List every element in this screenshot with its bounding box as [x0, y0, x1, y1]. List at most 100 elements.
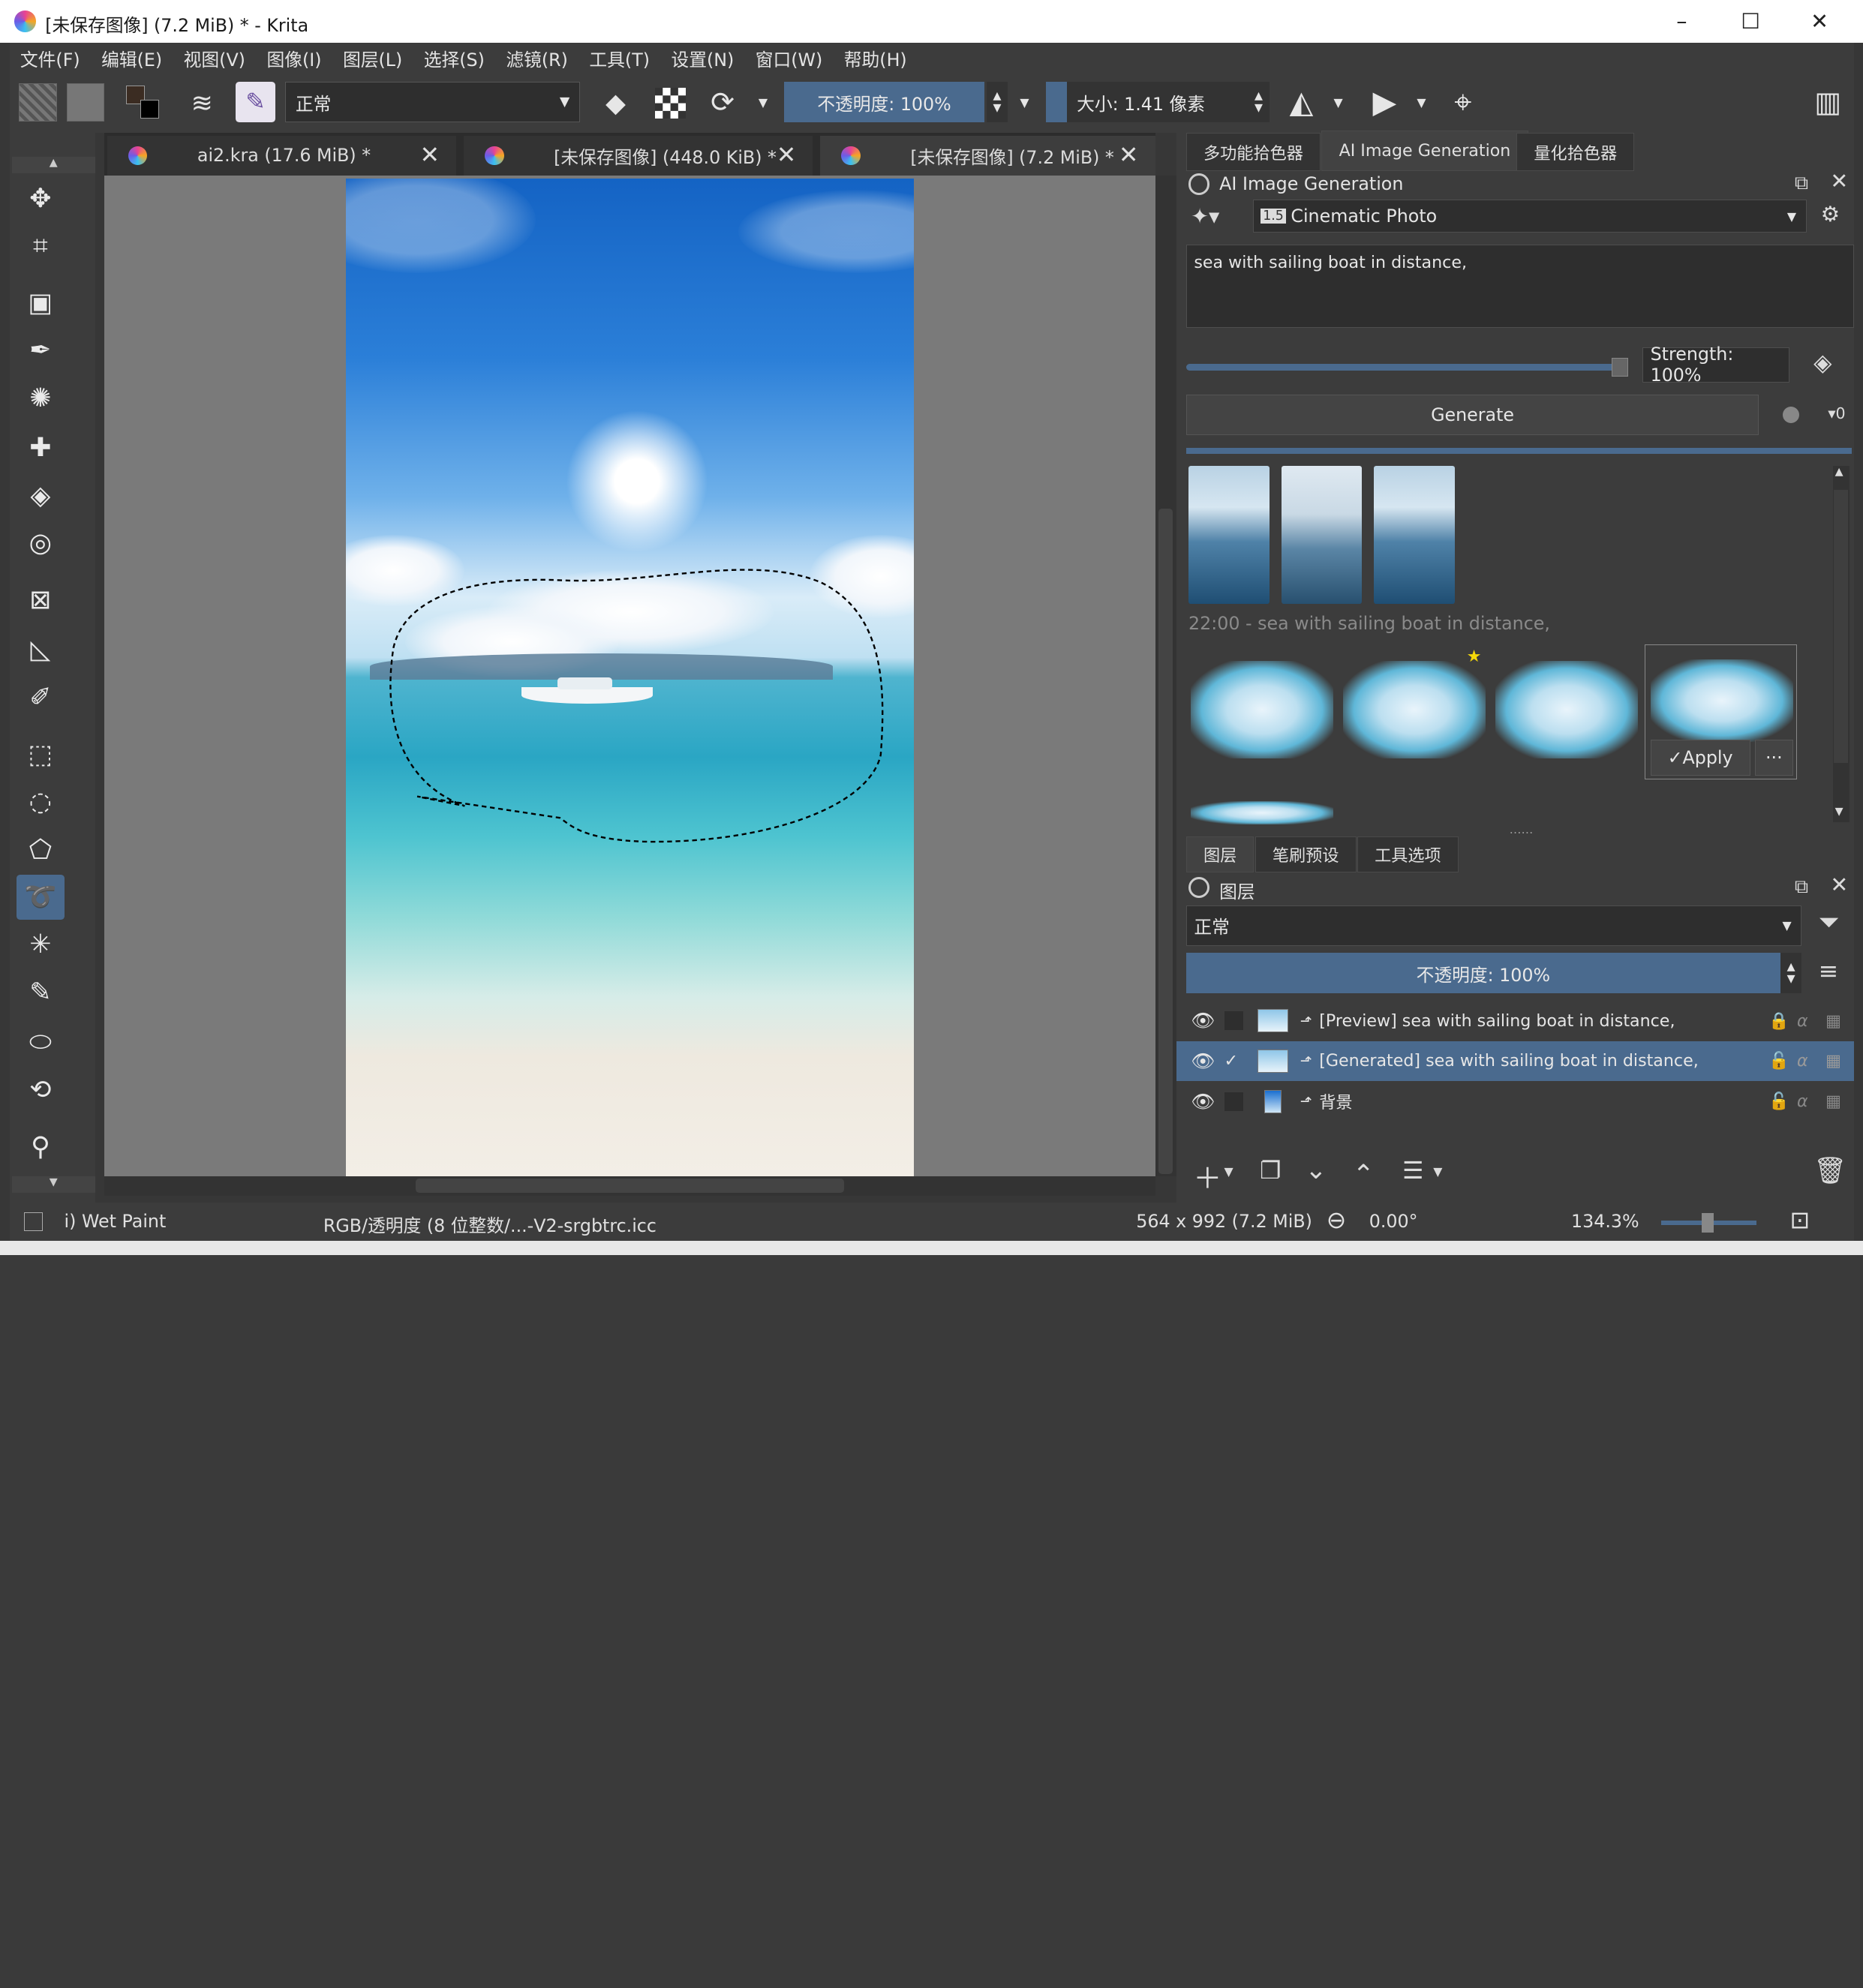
history-thumbnail[interactable] — [1374, 465, 1455, 604]
preserve-alpha-icon[interactable] — [651, 84, 690, 122]
close-docker-icon[interactable]: ✕ — [1830, 169, 1848, 194]
canvas-area[interactable] — [104, 176, 1155, 1177]
tab-tool-options[interactable]: 工具选项 — [1357, 836, 1459, 872]
strength-spinbox[interactable]: Strength: 100% — [1642, 344, 1790, 386]
selection-outline[interactable] — [346, 179, 914, 1177]
layer-row[interactable]: 👁 ⬏ [Preview] sea with sailing boat in d… — [1176, 1001, 1854, 1041]
lock-icon[interactable]: 🔒 — [1768, 1011, 1789, 1031]
chevron-down-icon[interactable]: ▼ — [1224, 1164, 1233, 1179]
chevron-down-icon[interactable]: ▼ — [1015, 93, 1034, 112]
float-docker-icon[interactable]: ⧉ — [1795, 171, 1808, 195]
duplicate-layer-icon[interactable]: ❐ — [1260, 1158, 1281, 1185]
menu-select[interactable]: 选择(S) — [413, 45, 496, 71]
tab-digital-color-mixer[interactable]: 量化拾色器 — [1516, 133, 1635, 172]
inherit-alpha-icon[interactable]: ▦ — [1825, 1092, 1841, 1111]
visibility-eye-icon[interactable]: 👁 — [1191, 1050, 1215, 1073]
opacity-slider[interactable]: 不透明度: 100% — [784, 82, 984, 123]
menu-file[interactable]: 文件(F) — [10, 45, 91, 71]
menu-edit[interactable]: 编辑(E) — [91, 45, 173, 71]
assistant-tool-icon[interactable]: ◎ — [17, 521, 64, 566]
add-layer-icon[interactable]: ＋ — [1193, 1155, 1221, 1197]
delete-layer-icon[interactable]: 🗑 — [1813, 1155, 1846, 1186]
gradient-pattern-button[interactable] — [19, 83, 58, 122]
unlock-icon[interactable]: 🔓 — [1768, 1051, 1789, 1071]
tab-advanced-color-selector[interactable]: 多功能拾色器 — [1185, 133, 1321, 172]
menu-settings[interactable]: 设置(N) — [660, 45, 744, 71]
canvas-horizontal-scrollbar[interactable] — [104, 1176, 1155, 1196]
history-thumbnail[interactable] — [1342, 660, 1486, 758]
mirror-vertical-icon[interactable]: ▶ — [1367, 83, 1403, 122]
polygon-select-icon[interactable]: ⬠ — [17, 827, 64, 872]
inherit-alpha-icon[interactable]: ▦ — [1825, 1051, 1841, 1071]
chevron-down-icon[interactable]: ▼ — [1329, 93, 1348, 112]
history-scrollbar[interactable]: ▲ ▼ — [1832, 465, 1849, 823]
contiguous-select-icon[interactable]: ✳ — [17, 922, 64, 967]
reference-pin-icon[interactable]: ✐ — [17, 675, 64, 720]
settings-gears-icon[interactable]: ⚙ — [1821, 202, 1840, 227]
tab-ai-image-generation[interactable]: AI Image Generation — [1321, 131, 1528, 172]
close-tab-icon[interactable]: ✕ — [420, 142, 440, 169]
size-spin-buttons[interactable]: ▲ ▼ — [1248, 82, 1270, 123]
mirror-horizontal-icon[interactable]: ◭ — [1284, 83, 1320, 122]
generate-button[interactable]: Generate — [1185, 394, 1759, 435]
zoom-value[interactable]: 134.3% — [1571, 1211, 1639, 1232]
canvas-image[interactable] — [345, 178, 915, 1177]
history-thumbnail[interactable] — [1191, 800, 1334, 825]
apply-button[interactable]: ✓ Apply — [1650, 740, 1750, 776]
history-thumbnail[interactable] — [1188, 465, 1270, 604]
pattern-button[interactable] — [66, 83, 105, 122]
layer-checkbox[interactable] — [1224, 1011, 1243, 1031]
history-thumbnail[interactable] — [1281, 465, 1363, 604]
chevron-down-icon[interactable]: ▼ — [1433, 1164, 1442, 1179]
toolbox-scroll-up[interactable]: ▲ — [11, 157, 95, 174]
unlock-icon[interactable]: 🔓 — [1768, 1092, 1789, 1111]
layer-menu-icon[interactable]: ≡ — [1819, 958, 1839, 985]
alpha-lock-icon[interactable]: α — [1797, 1051, 1808, 1071]
alpha-lock-icon[interactable]: α — [1797, 1011, 1808, 1031]
gradient-tool-icon[interactable]: ▣ — [17, 281, 64, 326]
zoom-slider-handle[interactable] — [1702, 1213, 1714, 1233]
crop-tool-icon[interactable]: ⌗ — [17, 224, 64, 269]
menu-view[interactable]: 视图(V) — [173, 45, 256, 71]
move-layer-down-icon[interactable]: ⌄ — [1305, 1155, 1327, 1185]
close-tab-icon[interactable]: ✕ — [1119, 142, 1139, 169]
fill-tool-icon[interactable]: ◈ — [17, 473, 64, 518]
history-thumbnail[interactable] — [1191, 660, 1334, 758]
visibility-eye-icon[interactable]: 👁 — [1191, 1009, 1215, 1032]
fg-bg-color-selector[interactable] — [124, 83, 162, 124]
doc-tab-3[interactable]: [未保存图像] (7.2 MiB) * ✕ — [819, 135, 1155, 176]
brush-preset-button[interactable]: ✎ — [235, 82, 276, 123]
similar-color-select-icon[interactable]: ✎ — [17, 970, 64, 1015]
wrap-around-icon[interactable]: ⌖ — [1445, 83, 1481, 122]
style-select[interactable]: 1.5 Cinematic Photo ▼ — [1252, 200, 1807, 233]
magnetic-select-icon[interactable]: ⟲ — [17, 1067, 64, 1112]
ellipse-select-icon[interactable]: ◌ — [17, 779, 64, 824]
layer-checkbox-checked[interactable]: ✓ — [1224, 1051, 1239, 1071]
color-picker-tool-icon[interactable]: ✒ — [17, 328, 64, 373]
doc-tab-2[interactable]: [未保存图像] (448.0 KiB) * ✕ — [463, 135, 813, 176]
layer-opacity-spin[interactable]: ▲ ▼ — [1780, 953, 1802, 994]
close-docker-icon[interactable]: ✕ — [1830, 872, 1848, 897]
opacity-spin-buttons[interactable]: ▲ ▼ — [986, 82, 1008, 123]
menu-help[interactable]: 帮助(H) — [834, 45, 918, 71]
favorite-star-icon[interactable]: ★ — [1467, 647, 1482, 666]
menu-tools[interactable]: 工具(T) — [578, 45, 660, 71]
smart-patch-bandage-icon[interactable]: ✚ — [17, 425, 64, 470]
selection-indicator-icon[interactable] — [23, 1212, 44, 1232]
zoom-tool-icon[interactable]: ⚲ — [17, 1124, 64, 1169]
menu-filter[interactable]: 滤镜(R) — [495, 45, 578, 71]
layer-blend-select[interactable]: 正常 ▼ — [1185, 905, 1802, 946]
rotation-value[interactable]: 0.00° — [1369, 1211, 1418, 1232]
alpha-lock-icon[interactable]: α — [1797, 1092, 1808, 1111]
tab-layers[interactable]: 图层 — [1185, 836, 1255, 872]
filter-icon[interactable]: ⏷ — [1819, 908, 1840, 938]
smart-patch-tool-icon[interactable]: ✺ — [17, 376, 64, 421]
toggle-panels-icon[interactable]: ▥ — [1809, 83, 1847, 122]
close-tab-icon[interactable]: ✕ — [777, 142, 797, 169]
display-mode-icon[interactable]: ⊡ — [1790, 1207, 1810, 1234]
blend-mode-select[interactable]: 正常 ▼ — [285, 82, 580, 123]
layer-row[interactable]: 👁 ⬏ 背景 🔓 α ▦ — [1176, 1081, 1854, 1122]
rect-select-icon[interactable]: ⬚ — [17, 732, 64, 777]
chevron-down-icon[interactable]: ▼ — [1412, 93, 1431, 112]
visibility-eye-icon[interactable]: 👁 — [1191, 1090, 1215, 1113]
